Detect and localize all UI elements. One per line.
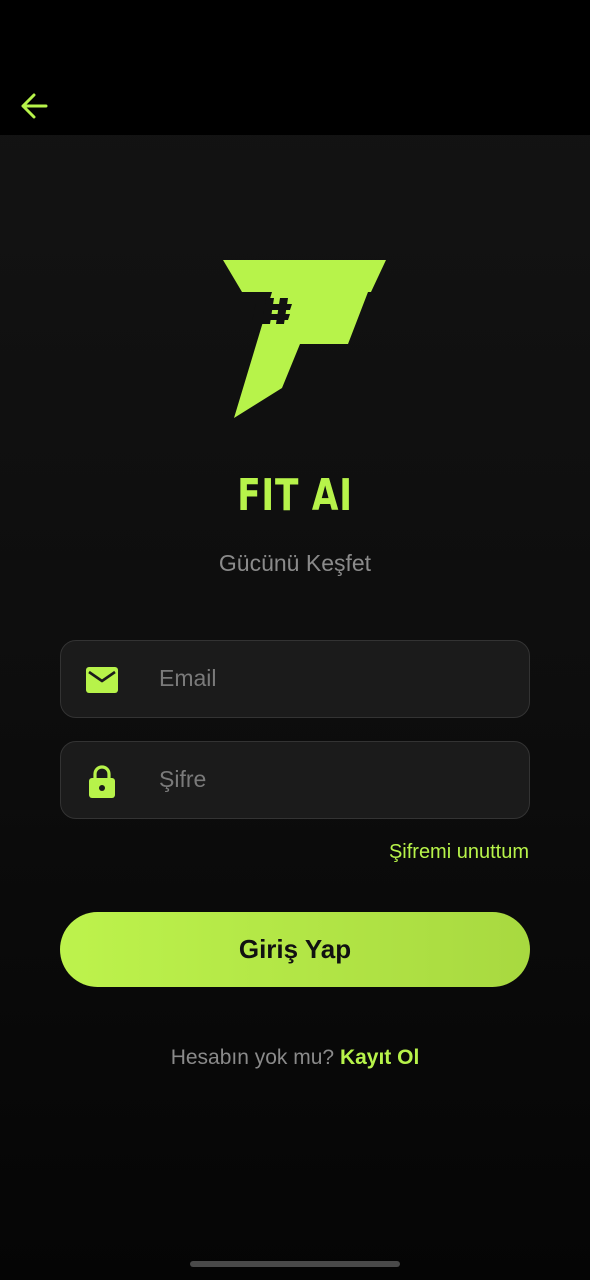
top-bar xyxy=(0,0,590,135)
app-tagline: Gücünü Keşfet xyxy=(218,550,372,576)
mail-icon xyxy=(85,663,119,697)
login-screen: FIT AI Gücünü Keşfet Şifremi unuttum Gir… xyxy=(0,0,590,1280)
app-title: FIT AI xyxy=(237,470,353,521)
email-field[interactable] xyxy=(60,640,530,718)
lock-icon xyxy=(85,764,119,798)
password-field[interactable] xyxy=(60,741,530,819)
signup-link[interactable]: Kayıt Ol xyxy=(340,1046,419,1069)
home-indicator xyxy=(190,1261,400,1267)
login-button[interactable]: Giriş Yap xyxy=(60,912,530,987)
forgot-password-link[interactable]: Şifremi unuttum xyxy=(389,841,529,864)
signup-prompt: Hesabın yok mu? xyxy=(170,1046,335,1069)
fit-ai-logo xyxy=(223,260,386,418)
password-input[interactable] xyxy=(159,742,509,817)
arrow-left-icon xyxy=(21,93,48,119)
email-input[interactable] xyxy=(159,641,509,716)
back-button[interactable] xyxy=(14,86,54,126)
signup-row: Hesabın yok mu? Kayıt Ol xyxy=(0,1046,590,1070)
